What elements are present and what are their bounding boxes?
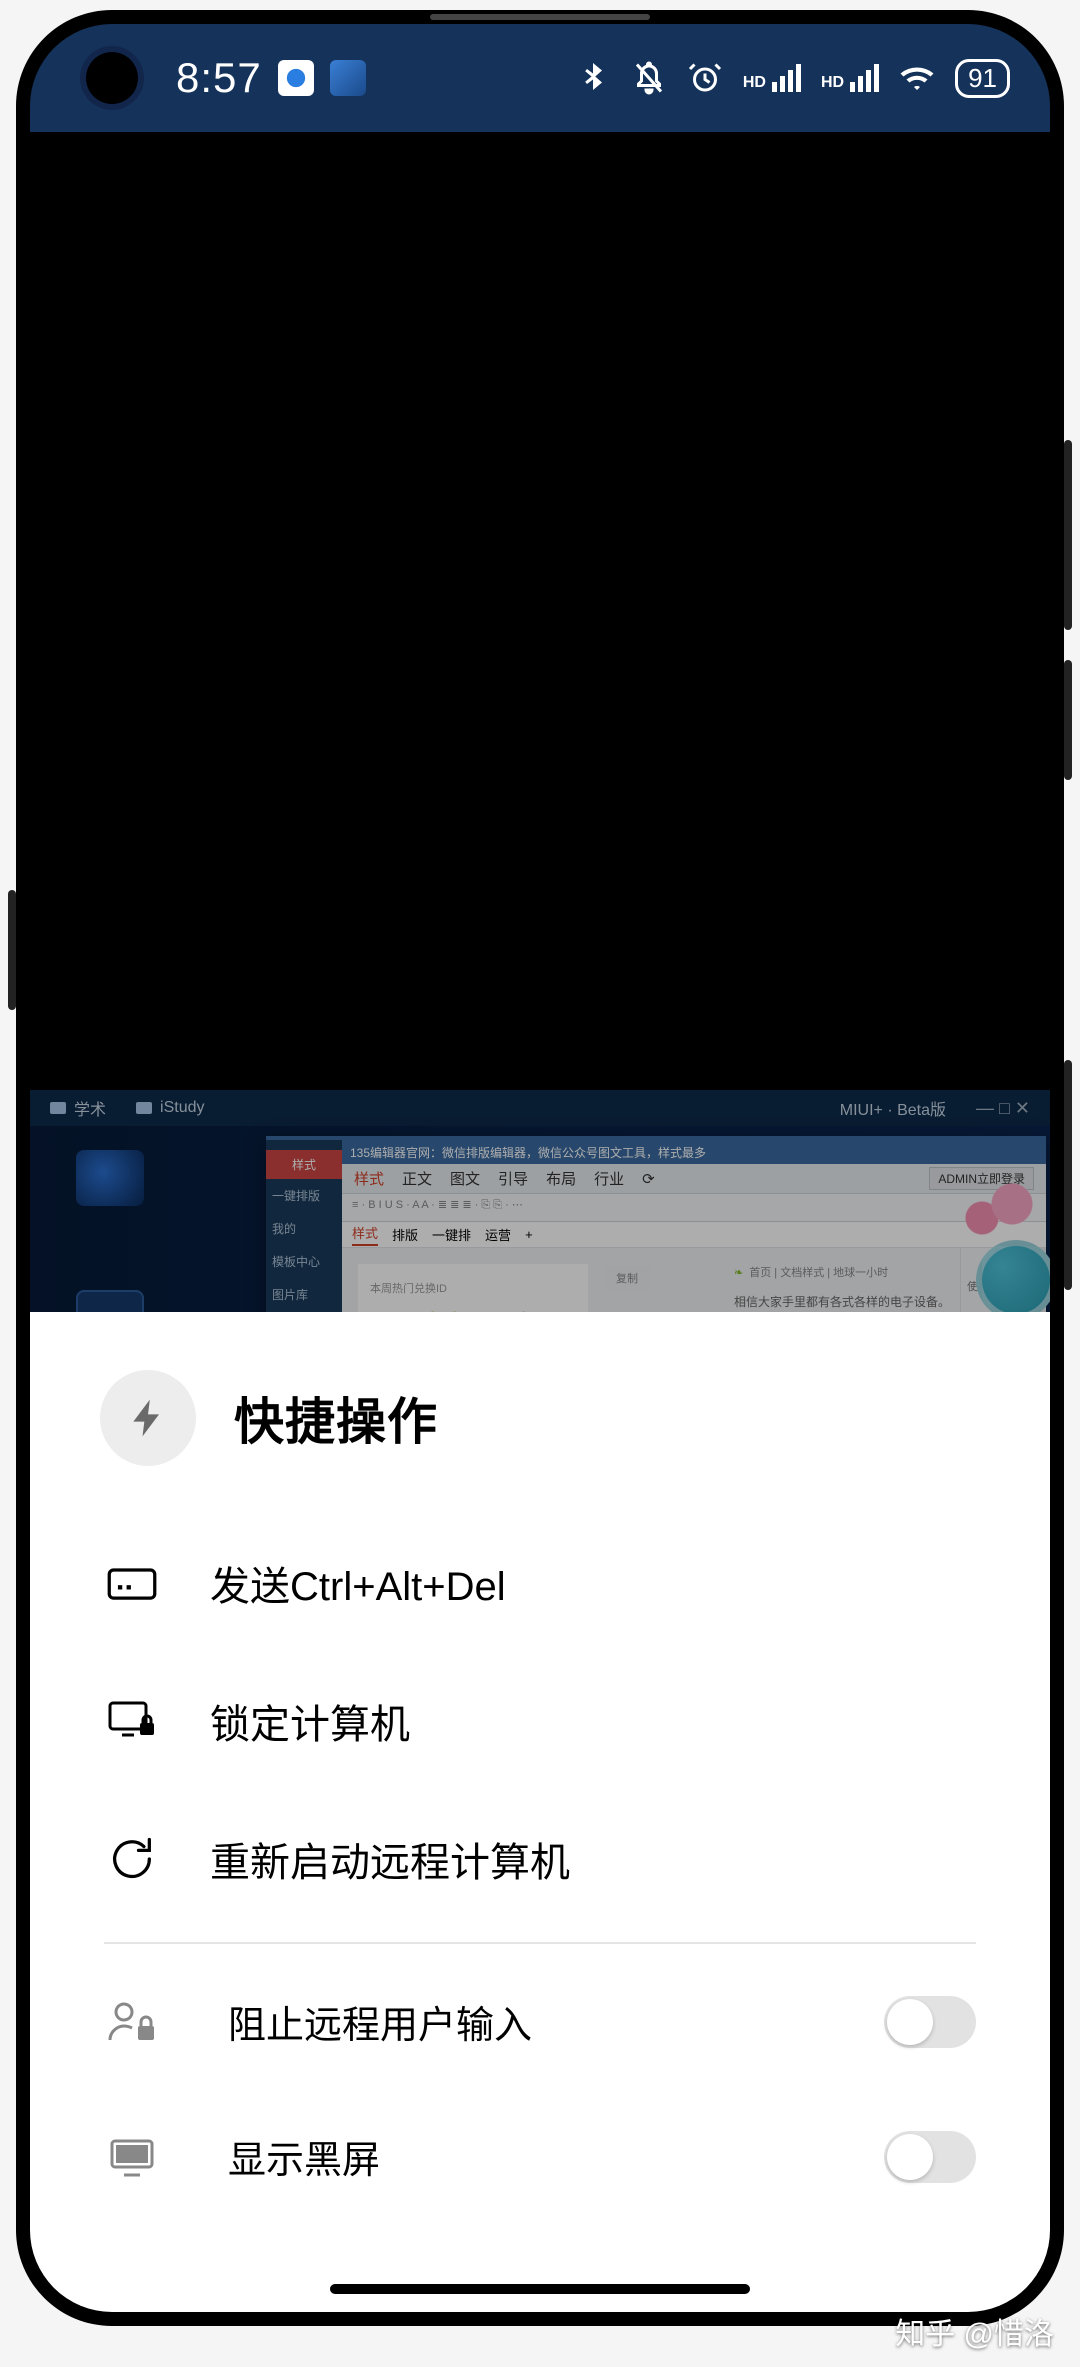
user-lock-icon — [104, 1996, 160, 2048]
promo-badge — [976, 1240, 1050, 1320]
toggle-black-screen[interactable]: 显示黑屏 — [104, 2089, 976, 2224]
action-label: 重新启动远程计算机 — [210, 1830, 976, 1888]
action-restart-remote[interactable]: 重新启动远程计算机 — [104, 1790, 976, 1928]
camera-punch-hole — [86, 52, 138, 104]
restart-icon — [104, 1833, 160, 1885]
promo-decor — [952, 1176, 1050, 1246]
action-label: 锁定计算机 — [210, 1692, 976, 1750]
miui-label: MIUI+ · Beta版 — [840, 1096, 946, 1120]
phone-speaker — [430, 14, 650, 20]
remote-taskbar: 学术 iStudy MIUI+ · Beta版 — □ ✕ — [30, 1090, 1050, 1126]
signal-1: HD — [743, 64, 801, 92]
gesture-bar[interactable] — [330, 2284, 750, 2294]
action-send-cad[interactable]: 发送Ctrl+Alt+Del — [104, 1514, 976, 1652]
bluetooth-icon — [575, 60, 611, 96]
side-button — [8, 890, 16, 1010]
side-button — [1064, 1060, 1072, 1290]
dnd-icon — [631, 60, 667, 96]
action-label: 发送Ctrl+Alt+Del — [210, 1554, 976, 1612]
toggle-label: 显示黑屏 — [228, 2129, 834, 2184]
side-button — [1064, 660, 1072, 780]
toggle-label: 阻止远程用户输入 — [228, 1994, 834, 2049]
monitor-icon — [104, 2131, 160, 2183]
signal-2: HD — [821, 64, 879, 92]
divider — [104, 1942, 976, 1944]
status-bar: 8:57 HD HD 91 — [30, 24, 1050, 132]
desktop-icon — [66, 1150, 154, 1250]
quick-actions-sheet: 快捷操作 发送Ctrl+Alt+Del 锁定计算机 — [30, 1312, 1050, 2312]
monitor-lock-icon — [104, 1695, 160, 1747]
watermark: 知乎 @惜洛 — [895, 2309, 1054, 2353]
editor-toolbar: ≡ · B I U S · A A · ≣ ≣ ≣ · ⎘ ⎘ · ⋯ — [342, 1194, 1046, 1222]
status-clock: 8:57 — [176, 54, 262, 102]
window-controls: — □ ✕ — [976, 1098, 1030, 1119]
keyboard-icon — [104, 1557, 160, 1609]
toggle-switch[interactable] — [884, 2131, 976, 2183]
editor-tabs: 样式 正文 图文 引导 布局 行业 ⟳ ADMIN立即登录 — [342, 1164, 1046, 1194]
editor-titlebar: 135编辑器官网：微信排版编辑器，微信公众号图文工具，样式最多 — [342, 1140, 1046, 1164]
wifi-icon — [899, 60, 935, 96]
toggle-switch[interactable] — [884, 1996, 976, 2048]
sheet-title: 快捷操作 — [234, 1382, 438, 1454]
editor-subtabs: 样式 排版 一键排 运营 + — [342, 1222, 1046, 1248]
phone-frame: 8:57 HD HD 91 — [16, 10, 1064, 2326]
alarm-icon — [687, 60, 723, 96]
action-lock-computer[interactable]: 锁定计算机 — [104, 1652, 976, 1790]
battery-indicator: 91 — [955, 59, 1010, 98]
side-button — [1064, 440, 1072, 630]
teamviewer-tray-icon — [278, 60, 314, 96]
app-tray-icon — [330, 60, 366, 96]
lightning-icon — [100, 1370, 196, 1466]
toggle-block-remote-input[interactable]: 阻止远程用户输入 — [104, 1954, 976, 2089]
